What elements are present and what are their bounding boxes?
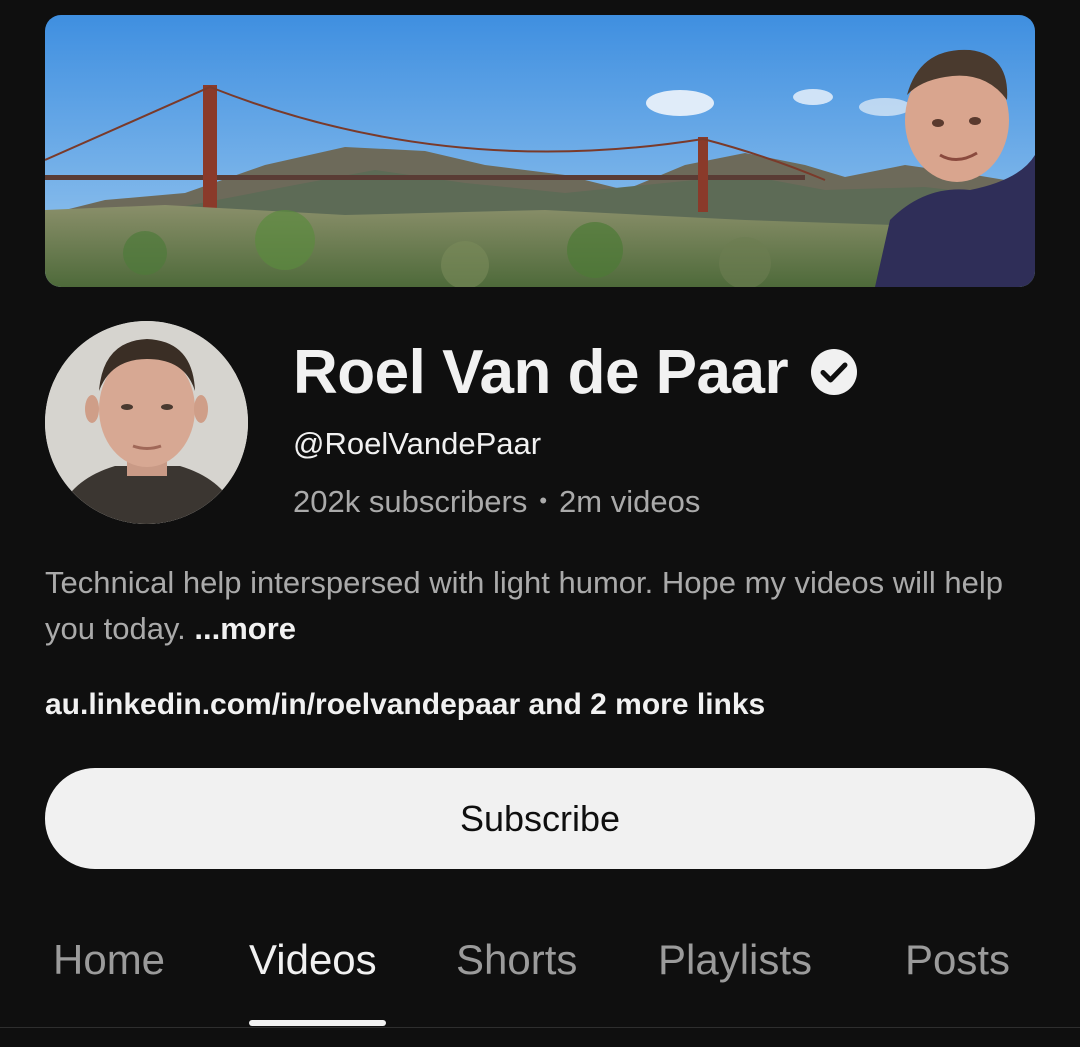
tab-playlists[interactable]: Playlists xyxy=(658,936,812,984)
stats-separator: • xyxy=(539,488,548,513)
tab-shorts[interactable]: Shorts xyxy=(456,936,577,984)
active-tab-indicator xyxy=(249,1020,386,1026)
channel-stats: 202k subscribers • 2m videos xyxy=(293,484,700,520)
description-text: Technical help interspersed with light h… xyxy=(45,565,1004,646)
subscribe-button[interactable]: Subscribe xyxy=(45,768,1035,869)
channel-page: Roel Van de Paar @RoelVandePaar 202k sub… xyxy=(0,0,1080,1047)
more-link[interactable]: ...more xyxy=(194,611,296,646)
subscriber-count: 202k subscribers xyxy=(293,484,528,519)
check-circle-icon xyxy=(810,348,858,396)
tab-posts[interactable]: Posts xyxy=(905,936,1010,984)
tab-videos[interactable]: Videos xyxy=(249,936,377,984)
video-count: 2m videos xyxy=(559,484,701,519)
channel-name-row: Roel Van de Paar xyxy=(293,332,858,412)
tab-home[interactable]: Home xyxy=(53,936,165,984)
channel-banner xyxy=(45,15,1035,287)
channel-avatar[interactable] xyxy=(45,321,248,524)
channel-name: Roel Van de Paar xyxy=(293,337,789,407)
channel-links[interactable]: au.linkedin.com/in/roelvandepaar and 2 m… xyxy=(45,688,765,722)
channel-handle: @RoelVandePaar xyxy=(293,426,542,461)
banner-image xyxy=(45,15,1035,287)
channel-tabs: Home Videos Shorts Playlists Posts xyxy=(0,920,1080,1028)
avatar-image xyxy=(45,321,248,524)
channel-description[interactable]: Technical help interspersed with light h… xyxy=(45,560,1045,652)
